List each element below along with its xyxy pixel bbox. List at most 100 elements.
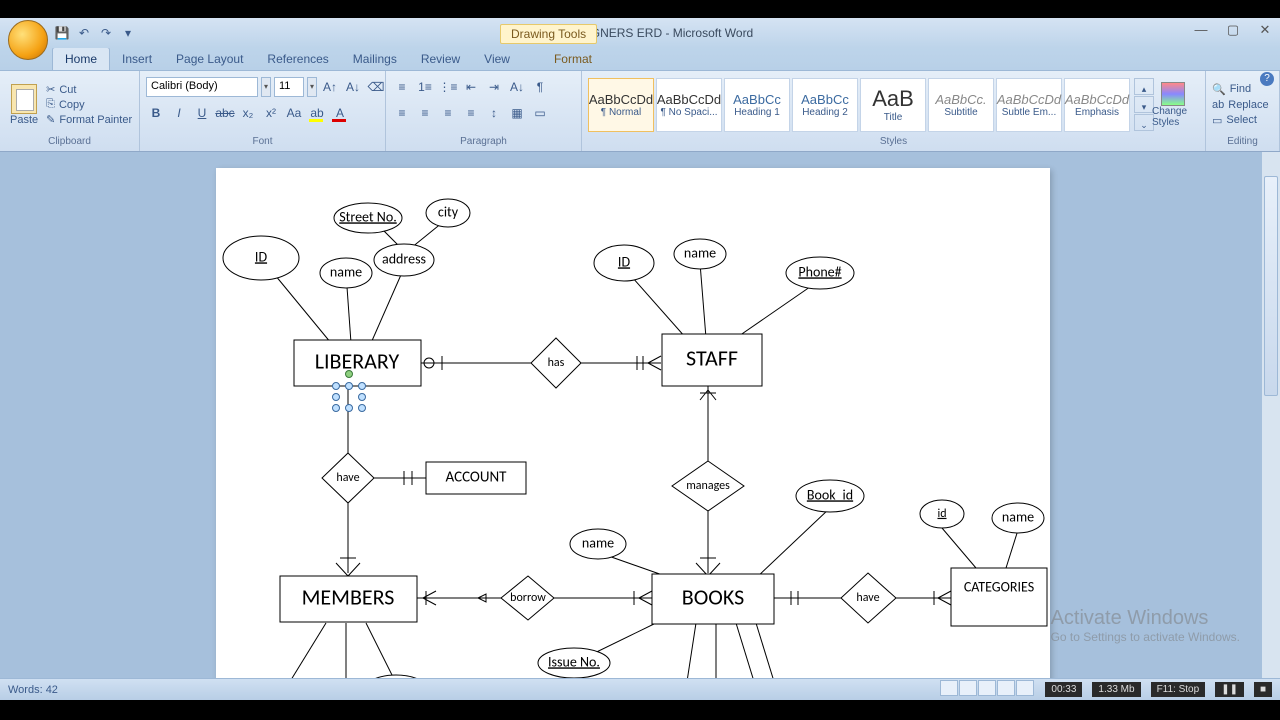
font-size-select[interactable]: 11 <box>274 77 304 97</box>
svg-text:name: name <box>582 534 614 551</box>
style-heading1[interactable]: AaBbCcHeading 1 <box>724 78 790 132</box>
recording-f11[interactable]: F11: Stop <box>1151 682 1206 697</box>
style-subtle-em[interactable]: AaBbCcDdSubtle Em... <box>996 78 1062 132</box>
tab-home[interactable]: Home <box>52 47 110 70</box>
styles-row-down[interactable]: ▾ <box>1134 96 1154 113</box>
group-label-editing: Editing <box>1212 136 1273 149</box>
minimize-button[interactable]: — <box>1192 22 1210 40</box>
recording-size: 1.33 Mb <box>1092 682 1140 697</box>
replace-icon: ab <box>1212 99 1224 111</box>
style-no-spacing[interactable]: AaBbCcDd¶ No Spaci... <box>656 78 722 132</box>
shrink-font-button[interactable]: A↓ <box>343 77 363 97</box>
maximize-button[interactable]: ▢ <box>1224 22 1242 40</box>
italic-button[interactable]: I <box>169 103 189 123</box>
line-spacing-button[interactable]: ↕ <box>484 103 504 123</box>
contextual-tab-group: Drawing Tools <box>500 24 597 44</box>
sort-button[interactable]: A↓ <box>507 77 527 97</box>
office-button[interactable] <box>8 20 48 60</box>
font-size-dropdown-icon[interactable]: ▾ <box>307 77 317 97</box>
tab-insert[interactable]: Insert <box>110 48 164 70</box>
svg-text:Book_id: Book_id <box>807 486 853 503</box>
increase-indent-button[interactable]: ⇥ <box>484 77 504 97</box>
save-icon[interactable]: 💾 <box>54 25 70 41</box>
style-heading2[interactable]: AaBbCcHeading 2 <box>792 78 858 132</box>
change-styles-button[interactable]: Change Styles <box>1152 82 1194 128</box>
align-left-button[interactable]: ≡ <box>392 103 412 123</box>
subscript-button[interactable]: x₂ <box>238 103 258 123</box>
svg-text:Phone#: Phone# <box>798 263 841 280</box>
svg-text:borrow: borrow <box>510 591 546 605</box>
align-right-button[interactable]: ≡ <box>438 103 458 123</box>
highlight-button[interactable]: ab <box>307 103 327 123</box>
select-button[interactable]: ▭Select <box>1212 114 1269 127</box>
vertical-scrollbar[interactable] <box>1262 152 1280 678</box>
document-area: ID name address Street No. city ID name … <box>0 152 1280 678</box>
copy-button[interactable]: ⎘Copy <box>46 98 132 111</box>
cut-button[interactable]: ✂Cut <box>46 83 132 96</box>
redo-icon[interactable]: ↷ <box>98 25 114 41</box>
tab-view[interactable]: View <box>472 48 522 70</box>
find-button[interactable]: 🔍Find <box>1212 83 1269 96</box>
quick-access-toolbar: 💾 ↶ ↷ ▾ <box>54 25 136 41</box>
bold-button[interactable]: B <box>146 103 166 123</box>
svg-text:STAFF: STAFF <box>686 344 738 371</box>
recording-stop[interactable]: ■ <box>1254 682 1272 697</box>
style-title[interactable]: AaBTitle <box>860 78 926 132</box>
justify-button[interactable]: ≡ <box>461 103 481 123</box>
styles-row-up[interactable]: ▴ <box>1134 78 1154 95</box>
brush-icon: ✎ <box>46 113 55 126</box>
clear-format-button[interactable]: ⌫ <box>366 77 386 97</box>
svg-text:manages: manages <box>686 479 730 493</box>
tab-references[interactable]: References <box>255 48 340 70</box>
style-emphasis[interactable]: AaBbCcDdEmphasis <box>1064 78 1130 132</box>
selection-handles[interactable] <box>336 386 362 408</box>
tab-mailings[interactable]: Mailings <box>341 48 409 70</box>
document-page[interactable]: ID name address Street No. city ID name … <box>216 168 1050 678</box>
recording-pause[interactable]: ❚❚ <box>1215 682 1244 697</box>
word-count[interactable]: Words: 42 <box>8 684 58 696</box>
borders-button[interactable]: ▭ <box>530 103 550 123</box>
multilevel-button[interactable]: ⋮≡ <box>438 77 458 97</box>
ribbon: Paste ✂Cut ⎘Copy ✎Format Painter Clipboa… <box>0 70 1280 152</box>
undo-icon[interactable]: ↶ <box>76 25 92 41</box>
style-subtitle[interactable]: AaBbCc.Subtitle <box>928 78 994 132</box>
strike-button[interactable]: abc <box>215 103 235 123</box>
title-bar: 💾 ↶ ↷ ▾ TECH DESIGNERS ERD - Microsoft W… <box>0 18 1280 48</box>
superscript-button[interactable]: x² <box>261 103 281 123</box>
change-case-button[interactable]: Aa <box>284 103 304 123</box>
tab-page-layout[interactable]: Page Layout <box>164 48 255 70</box>
svg-text:name: name <box>684 244 716 261</box>
format-painter-button[interactable]: ✎Format Painter <box>46 113 132 126</box>
shading-button[interactable]: ▦ <box>507 103 527 123</box>
tab-format[interactable]: Format <box>542 48 604 70</box>
font-name-select[interactable]: Calibri (Body) <box>146 77 258 97</box>
ribbon-tabs: Home Insert Page Layout References Maili… <box>0 48 1280 70</box>
scroll-thumb[interactable] <box>1264 176 1278 396</box>
svg-text:MEMBERS: MEMBERS <box>302 583 395 610</box>
underline-button[interactable]: U <box>192 103 212 123</box>
grow-font-button[interactable]: A↑ <box>320 77 340 97</box>
view-buttons[interactable] <box>940 680 1035 699</box>
bullets-button[interactable]: ≡ <box>392 77 412 97</box>
font-name-dropdown-icon[interactable]: ▾ <box>261 77 271 97</box>
replace-button[interactable]: abReplace <box>1212 99 1269 111</box>
align-center-button[interactable]: ≡ <box>415 103 435 123</box>
style-normal[interactable]: AaBbCcDd¶ Normal <box>588 78 654 132</box>
numbering-button[interactable]: 1≡ <box>415 77 435 97</box>
paste-button[interactable]: Paste <box>6 82 42 128</box>
styles-expand[interactable]: ⌄ <box>1134 114 1154 131</box>
svg-text:ACCOUNT: ACCOUNT <box>446 469 508 487</box>
svg-text:name: name <box>1002 508 1034 525</box>
group-label-styles: Styles <box>588 136 1199 149</box>
svg-text:Issue No.: Issue No. <box>548 653 600 670</box>
decrease-indent-button[interactable]: ⇤ <box>461 77 481 97</box>
font-color-button[interactable]: A <box>330 103 350 123</box>
find-icon: 🔍 <box>1212 83 1226 96</box>
styles-gallery[interactable]: AaBbCcDd¶ Normal AaBbCcDd¶ No Spaci... A… <box>588 78 1130 132</box>
tab-review[interactable]: Review <box>409 48 472 70</box>
close-button[interactable]: ✕ <box>1256 22 1274 40</box>
svg-text:BOOKS: BOOKS <box>682 583 744 610</box>
qat-dropdown-icon[interactable]: ▾ <box>120 25 136 41</box>
show-marks-button[interactable]: ¶ <box>530 77 550 97</box>
svg-text:LIBERARY: LIBERARY <box>315 347 400 374</box>
